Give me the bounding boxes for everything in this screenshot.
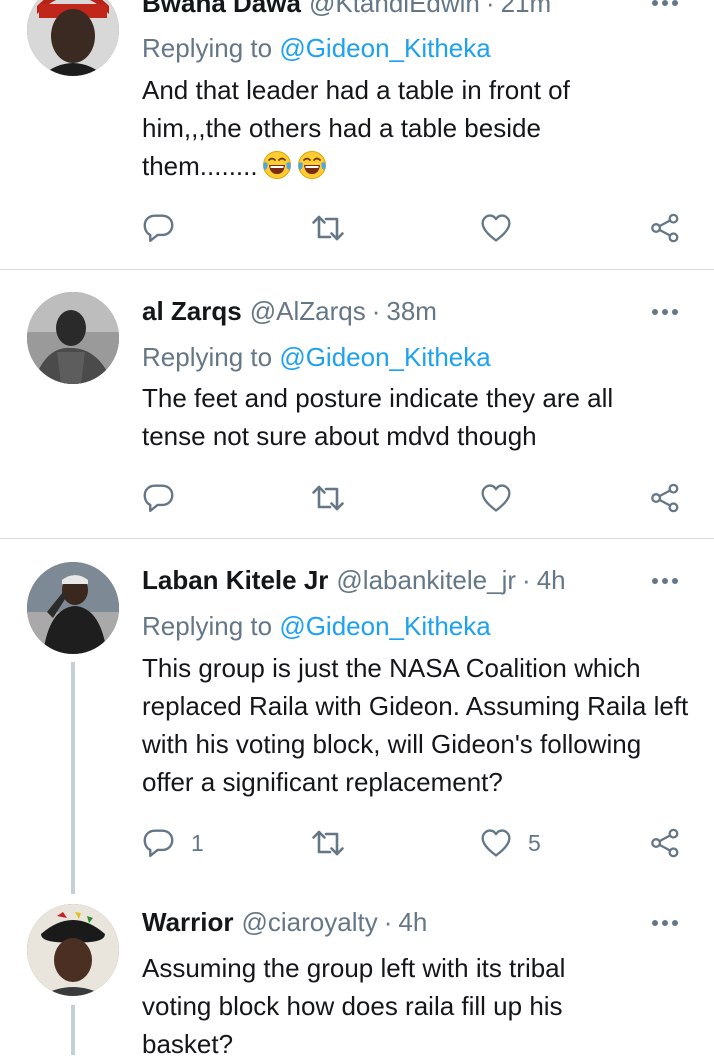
display-name[interactable]: al Zarqs — [142, 296, 242, 326]
reply-count: 1 — [191, 829, 204, 856]
reply-button[interactable]: 1 — [142, 825, 204, 861]
separator: · — [485, 0, 495, 18]
display-name[interactable]: Laban Kitele Jr — [142, 565, 328, 595]
retweet-icon — [310, 210, 346, 246]
user-handle[interactable]: @labankitele_jr — [336, 565, 516, 595]
like-button[interactable] — [480, 210, 528, 246]
separator: · — [383, 907, 393, 937]
thread-connector-line — [71, 1005, 75, 1055]
timestamp[interactable]: 4h — [537, 565, 566, 595]
more-options-icon[interactable] — [650, 0, 680, 8]
replying-to: Replying to @Gideon_Kitheka — [142, 342, 491, 372]
tweet-al-zarqs[interactable]: al Zarqs @AlZarqs · 38m Replying to @Gid… — [0, 270, 714, 538]
reply-icon — [142, 482, 175, 515]
avatar[interactable] — [27, 292, 119, 384]
tweet-text: And that leader had a table in front of … — [142, 71, 690, 185]
tweet-laban-kitele[interactable]: Laban Kitele Jr @labankitele_jr · 4h Rep… — [0, 539, 714, 889]
like-button[interactable] — [480, 480, 528, 516]
avatar[interactable] — [27, 904, 119, 996]
share-button[interactable] — [649, 825, 681, 861]
retweet-button[interactable] — [310, 480, 362, 516]
replying-to: Replying to @Gideon_Kitheka — [142, 611, 491, 641]
more-options-icon[interactable] — [650, 307, 680, 317]
tweet-text-line: them........ — [142, 147, 690, 185]
face-with-tears-of-joy-icon — [296, 149, 328, 181]
tweet-text-line: And that leader had a table in front of — [142, 75, 570, 105]
tweet-warrior[interactable]: Warrior @ciaroyalty · 4h Assuming the gr… — [0, 889, 714, 1059]
replying-to: Replying to @Gideon_Kitheka — [142, 33, 491, 63]
avatar[interactable] — [27, 0, 119, 76]
reply-to-handle-link[interactable]: @Gideon_Kitheka — [279, 33, 490, 63]
share-button[interactable] — [649, 210, 681, 246]
heart-icon — [480, 212, 512, 244]
reply-button[interactable] — [142, 210, 191, 246]
tweet-actions: 1 5 — [142, 825, 687, 861]
tweet-actions — [142, 210, 687, 246]
more-options-icon[interactable] — [650, 918, 680, 928]
replying-to-label: Replying to — [142, 342, 273, 372]
reply-to-handle-link[interactable]: @Gideon_Kitheka — [279, 342, 490, 372]
tweet-text: This group is just the NASA Coalition wh… — [142, 653, 689, 797]
tweet-text-line: him,,,the others had a table beside — [142, 113, 541, 143]
face-with-tears-of-joy-icon — [261, 149, 293, 181]
thread-connector-line — [71, 662, 75, 894]
separator: · — [522, 565, 531, 595]
tweet-actions — [142, 480, 687, 516]
reply-button[interactable] — [142, 480, 191, 516]
display-name[interactable]: Bwana Dawa — [142, 0, 301, 18]
user-handle[interactable]: @KtandiEdwin — [309, 0, 480, 18]
user-handle[interactable]: @ciaroyalty — [242, 907, 378, 937]
share-button[interactable] — [649, 480, 681, 516]
separator: · — [371, 296, 381, 326]
retweet-icon — [310, 825, 346, 861]
reply-icon — [142, 212, 175, 245]
share-icon — [649, 482, 681, 514]
replying-to-label: Replying to — [142, 33, 273, 63]
tweet-text: The feet and posture indicate they are a… — [142, 383, 614, 451]
heart-icon — [480, 827, 512, 859]
timestamp[interactable]: 38m — [386, 296, 437, 326]
heart-icon — [480, 482, 512, 514]
tweet-text: Assuming the group left with its tribal … — [142, 953, 566, 1059]
reply-to-handle-link[interactable]: @Gideon_Kitheka — [279, 611, 490, 641]
share-icon — [649, 827, 681, 859]
replying-to-label: Replying to — [142, 611, 273, 641]
retweet-button[interactable] — [310, 210, 362, 246]
avatar[interactable] — [27, 562, 119, 654]
like-button[interactable]: 5 — [480, 825, 541, 861]
retweet-icon — [310, 480, 346, 516]
retweet-button[interactable] — [310, 825, 362, 861]
share-icon — [649, 212, 681, 244]
tweet-bwana-dawa[interactable]: Bwana Dawa @KtandiEdwin · 21m Replying t… — [0, 0, 714, 269]
reply-icon — [142, 827, 175, 860]
user-handle[interactable]: @AlZarqs — [250, 296, 366, 326]
timestamp[interactable]: 21m — [501, 0, 552, 18]
more-options-icon[interactable] — [650, 576, 680, 586]
timestamp[interactable]: 4h — [398, 907, 427, 937]
like-count: 5 — [528, 829, 541, 856]
display-name[interactable]: Warrior — [142, 907, 234, 937]
